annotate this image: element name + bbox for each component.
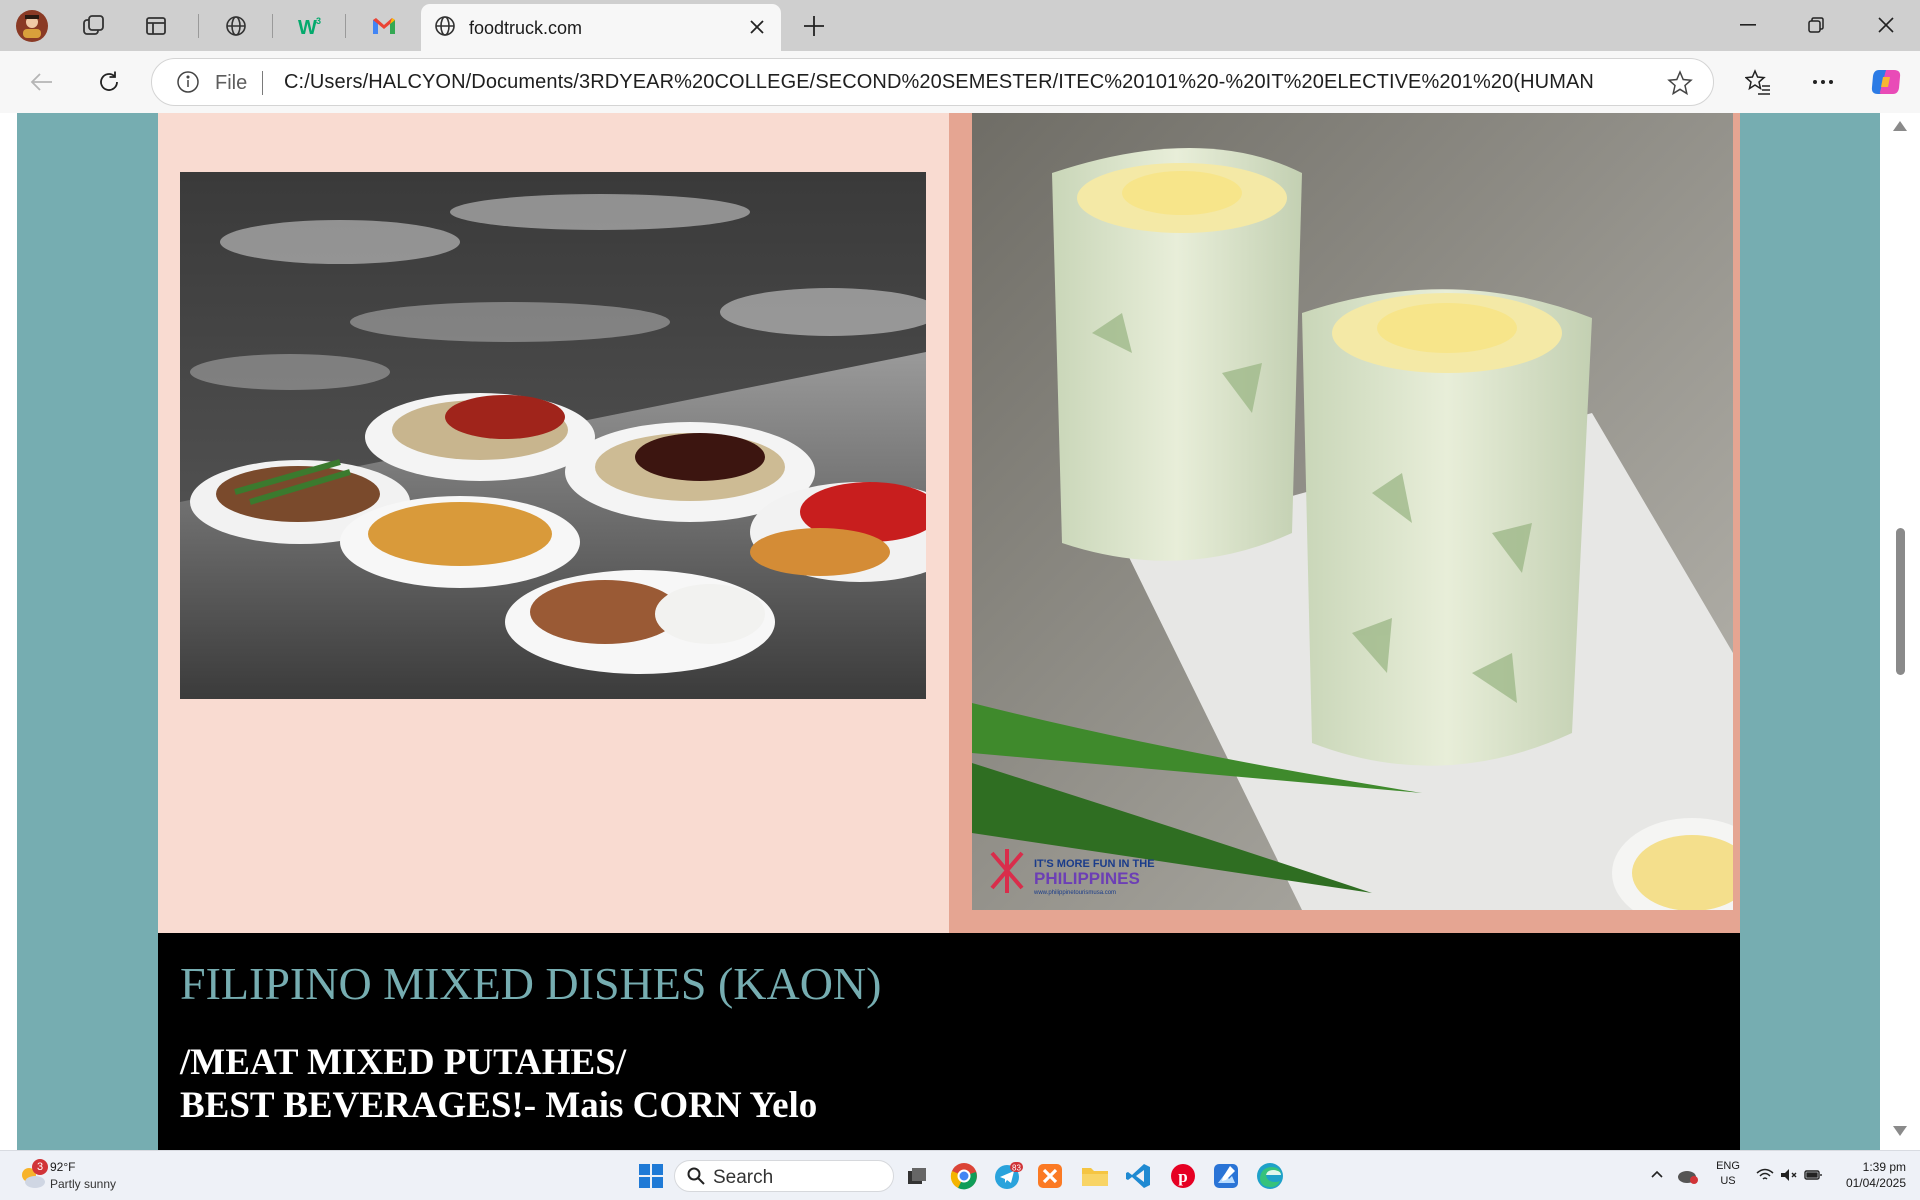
close-tab-icon[interactable] [743, 13, 771, 41]
chrome-icon[interactable] [944, 1157, 984, 1195]
address-separator [262, 71, 263, 95]
tab-foodtruck[interactable]: foodtruck.com [421, 4, 781, 51]
copilot-icon[interactable] [1866, 64, 1906, 100]
weather-widget[interactable]: 3 92°F Partly sunny [16, 1156, 136, 1196]
gmail-tab-icon[interactable] [366, 8, 402, 44]
file-explorer-icon[interactable] [1075, 1157, 1115, 1195]
restore-icon[interactable] [1782, 0, 1850, 50]
address-url[interactable]: C:/Users/HALCYON/Documents/3RDYEAR%20COL… [284, 71, 1594, 94]
address-bar[interactable]: File C:/Users/HALCYON/Documents/3RDYEAR%… [151, 58, 1714, 106]
watermark-line2: PHILIPPINES [1034, 869, 1140, 888]
clock-date: 01/04/2025 [1845, 1176, 1906, 1190]
back-icon[interactable] [22, 64, 62, 100]
volume-muted-icon[interactable] [1778, 1163, 1800, 1187]
mixed-dishes-photo [180, 172, 926, 699]
dishes-panel [158, 113, 949, 933]
tab-separator [272, 14, 273, 38]
task-view-icon[interactable] [897, 1157, 937, 1195]
content-column: IT'S MORE FUN IN THE PHILIPPINES www.phi… [158, 113, 1740, 1150]
w3schools-tab-icon[interactable]: W3 [292, 8, 328, 44]
scroll-thumb[interactable] [1896, 528, 1905, 675]
pinterest-icon[interactable]: p [1163, 1157, 1203, 1195]
search-label: Search [713, 1167, 774, 1188]
windows-taskbar: 3 92°F Partly sunny Search 83 p ENG US 1… [0, 1150, 1920, 1200]
weather-badge: 3 [32, 1159, 48, 1175]
caption-line-2: BEST BEVERAGES!- Mais CORN Yelo [180, 1085, 818, 1126]
weather-temp: 92°F [50, 1160, 76, 1174]
browser-toolbar: File C:/Users/HALCYON/Documents/3RDYEAR%… [0, 51, 1920, 113]
telegram-icon[interactable]: 83 [988, 1157, 1028, 1195]
svg-text:p: p [1178, 1167, 1187, 1186]
new-tab-icon[interactable] [796, 8, 832, 44]
more-menu-icon[interactable] [1803, 64, 1843, 100]
minimize-icon[interactable] [1714, 0, 1782, 50]
wifi-icon[interactable] [1754, 1163, 1776, 1187]
web-globe-tab-icon[interactable] [218, 8, 254, 44]
language-indicator[interactable]: ENG US [1712, 1159, 1744, 1189]
svg-text:3: 3 [316, 16, 321, 26]
workspaces-icon[interactable] [76, 8, 112, 44]
address-scheme: File [215, 72, 248, 94]
svg-text:W: W [298, 17, 317, 38]
security-tray-icon[interactable] [1676, 1163, 1700, 1187]
profile-avatar-icon[interactable] [14, 8, 50, 44]
battery-icon[interactable] [1802, 1163, 1824, 1187]
caption-line-1: /MEAT MIXED PUTAHES/ [180, 1042, 627, 1083]
xampp-icon[interactable] [1030, 1157, 1070, 1195]
tab-separator [345, 14, 346, 38]
tab-strip: W3 foodtruck.com [0, 0, 1920, 51]
watermark-line3: www.philippinetourismusa.com [1033, 890, 1116, 896]
close-window-icon[interactable] [1852, 0, 1920, 50]
favorites-icon[interactable] [1738, 64, 1778, 100]
photo-editor-icon[interactable] [1206, 1157, 1246, 1195]
vscode-icon[interactable] [1118, 1157, 1158, 1195]
page-heading: FILIPINO MIXED DISHES (KAON) [180, 958, 882, 1009]
caption-section: FILIPINO MIXED DISHES (KAON) /MEAT MIXED… [158, 933, 1740, 1150]
refresh-icon[interactable] [89, 64, 129, 100]
scroll-down-arrow-icon[interactable] [1892, 1124, 1908, 1142]
edge-icon[interactable] [1250, 1157, 1290, 1195]
clock-time: 1:39 pm [1862, 1160, 1906, 1174]
system-clock[interactable]: 1:39 pm 01/04/2025 [1832, 1159, 1906, 1191]
tab-separator [198, 14, 199, 38]
start-windows-icon[interactable] [631, 1157, 671, 1195]
taskbar-search[interactable]: Search [674, 1160, 894, 1192]
vertical-scrollbar[interactable] [1880, 113, 1920, 1150]
region-code: US [1720, 1175, 1736, 1187]
site-info-icon[interactable] [176, 70, 200, 99]
telegram-badge: 83 [1012, 1164, 1021, 1173]
language-code: ENG [1716, 1160, 1740, 1172]
favorite-star-icon[interactable] [1667, 70, 1693, 101]
weather-desc: Partly sunny [50, 1177, 117, 1191]
mais-con-yelo-photo: IT'S MORE FUN IN THE PHILIPPINES www.phi… [972, 113, 1733, 910]
tab-actions-icon[interactable] [138, 8, 174, 44]
page-viewport: IT'S MORE FUN IN THE PHILIPPINES www.phi… [0, 113, 1920, 1150]
globe-icon [433, 14, 457, 43]
beverage-panel: IT'S MORE FUN IN THE PHILIPPINES www.phi… [949, 113, 1740, 933]
tab-title: foodtruck.com [469, 18, 583, 38]
show-hidden-icons-chevron-icon[interactable] [1648, 1163, 1666, 1185]
caption-text: /MEAT MIXED PUTAHES/ BEST BEVERAGES!- Ma… [180, 1041, 817, 1127]
search-icon [687, 1167, 705, 1190]
scroll-up-arrow-icon[interactable] [1892, 119, 1908, 137]
